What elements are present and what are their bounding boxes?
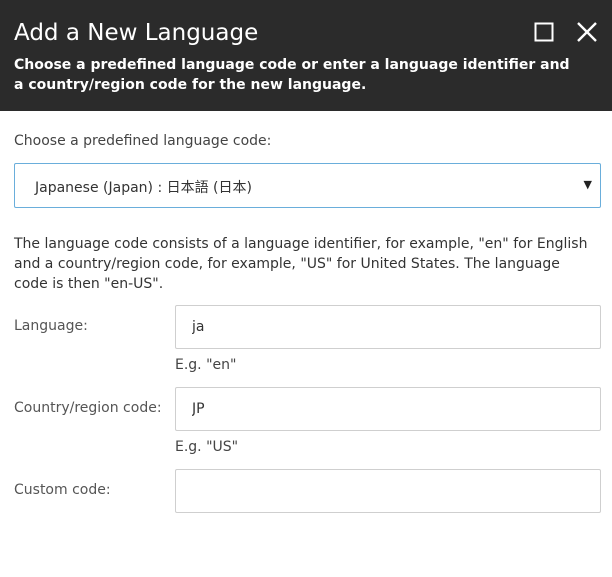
close-icon	[576, 21, 598, 47]
country-region-hint: E.g. "US"	[175, 439, 239, 455]
language-hint: E.g. "en"	[175, 357, 237, 373]
country-region-input[interactable]	[175, 387, 601, 431]
maximize-button[interactable]	[532, 22, 556, 46]
close-button[interactable]	[575, 22, 599, 46]
dialog-description: Choose a predefined language code or ent…	[14, 57, 570, 93]
custom-code-label: Custom code:	[14, 482, 111, 498]
maximize-icon	[534, 22, 554, 46]
custom-code-input[interactable]	[175, 469, 601, 513]
country-region-label: Country/region code:	[14, 400, 162, 416]
language-code-info: The language code consists of a language…	[14, 236, 588, 292]
language-label: Language:	[14, 318, 88, 334]
chevron-down-icon: ▼	[583, 178, 592, 191]
language-input[interactable]	[175, 305, 601, 349]
predefined-code-select[interactable]: Japanese (Japan) : 日本語 (日本) ▼	[14, 163, 601, 208]
predefined-code-value: Japanese (Japan) : 日本語 (日本)	[35, 180, 252, 196]
dialog-header: Add a New Language Choose a predefined l…	[0, 0, 612, 111]
predefined-code-label: Choose a predefined language code:	[14, 133, 272, 149]
dialog-title: Add a New Language	[14, 20, 259, 46]
